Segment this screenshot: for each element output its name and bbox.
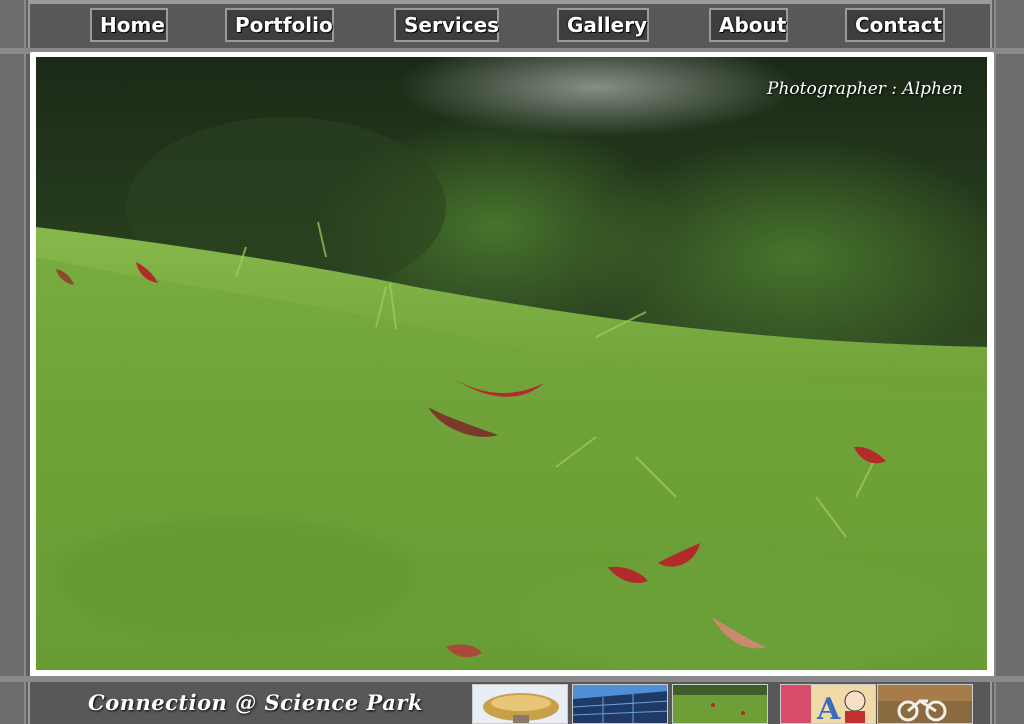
nav-gallery-button[interactable]: Gallery [557, 8, 649, 42]
svg-text:A: A [816, 692, 841, 724]
nav-portfolio-button[interactable]: Portfolio [225, 8, 334, 42]
location-caption: Connection @ Science Park [88, 690, 423, 715]
nav-home-button[interactable]: Home [90, 8, 168, 42]
thumb-grass-field[interactable] [672, 684, 768, 724]
nav-services-button[interactable]: Services [394, 8, 499, 42]
thumb-glass-building[interactable] [572, 684, 668, 724]
nav-contact-button[interactable]: Contact [845, 8, 945, 42]
grass-photo-image [36, 57, 987, 670]
nav-about-button[interactable]: About [709, 8, 788, 42]
frame-left [0, 0, 26, 724]
bicycle-thumbnail-image [878, 685, 972, 723]
hero-photo: Photographer : Alphen [36, 57, 987, 670]
cartoon-thumbnail-image: A [781, 685, 875, 724]
thumb-cartoon-art[interactable]: A [780, 684, 876, 724]
grass-thumbnail-image [673, 685, 767, 723]
thumb-bicycle-sign[interactable] [877, 684, 973, 724]
photographer-credit: Photographer : Alphen [767, 79, 963, 99]
thumb-architecture-dome[interactable] [472, 684, 568, 724]
dome-thumbnail-image [473, 685, 567, 723]
frame-right [994, 0, 1024, 724]
building-thumbnail-image [573, 685, 667, 723]
